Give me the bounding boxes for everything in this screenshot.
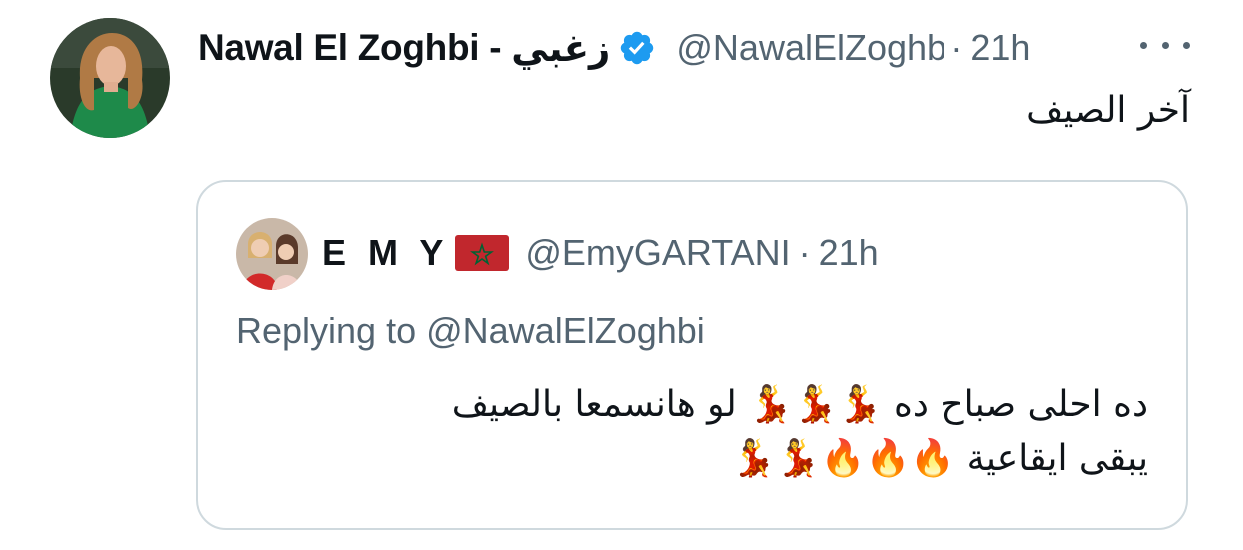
author-avatar-image xyxy=(50,18,170,138)
author-name[interactable]: Nawal El Zoghbi - xyxy=(198,27,502,69)
separator-dot: · xyxy=(798,232,811,273)
tweet[interactable]: Nawal El Zoghbi - زغبي @NawalElZoghbi · … xyxy=(0,0,1243,550)
replying-to-text[interactable]: Replying to @NawalElZoghbi xyxy=(236,310,705,352)
quoted-tweet-header: E M Y @EmyGARTANI · 21h xyxy=(322,232,879,274)
tweet-timestamp[interactable]: 21h xyxy=(970,27,1030,69)
morocco-flag-icon xyxy=(455,235,510,271)
quoted-tweet-text: ده احلى صباح ده 💃💃💃 لو هانسمعا بالصيف يب… xyxy=(248,378,1148,486)
tweet-text: آخر الصيف xyxy=(1026,90,1190,131)
tweet-header: Nawal El Zoghbi - زغبي @NawalElZoghbi · … xyxy=(198,22,1198,74)
verified-badge-icon xyxy=(618,29,656,67)
separator-dot: · xyxy=(950,27,963,68)
quoted-tweet-timestamp[interactable]: 21h xyxy=(819,232,879,274)
author-handle[interactable]: @NawalElZoghbi xyxy=(676,27,944,69)
more-options-icon[interactable] xyxy=(1140,30,1190,60)
author-avatar[interactable] xyxy=(50,18,170,138)
quoted-author-avatar[interactable] xyxy=(236,218,308,290)
quoted-tweet[interactable]: E M Y @EmyGARTANI · 21h Replying to @Naw… xyxy=(196,180,1188,530)
quoted-author-name[interactable]: E M Y xyxy=(322,232,449,274)
author-name-arabic[interactable]: زغبي xyxy=(511,27,610,70)
quoted-author-handle[interactable]: @EmyGARTANI xyxy=(525,232,790,274)
quoted-tweet-line-2: يبقى ايقاعية 🔥🔥🔥💃💃 xyxy=(731,438,1148,479)
quoted-tweet-line-1: ده احلى صباح ده 💃💃💃 لو هانسمعا بالصيف xyxy=(451,384,1148,425)
quoted-avatar-image xyxy=(236,218,308,290)
